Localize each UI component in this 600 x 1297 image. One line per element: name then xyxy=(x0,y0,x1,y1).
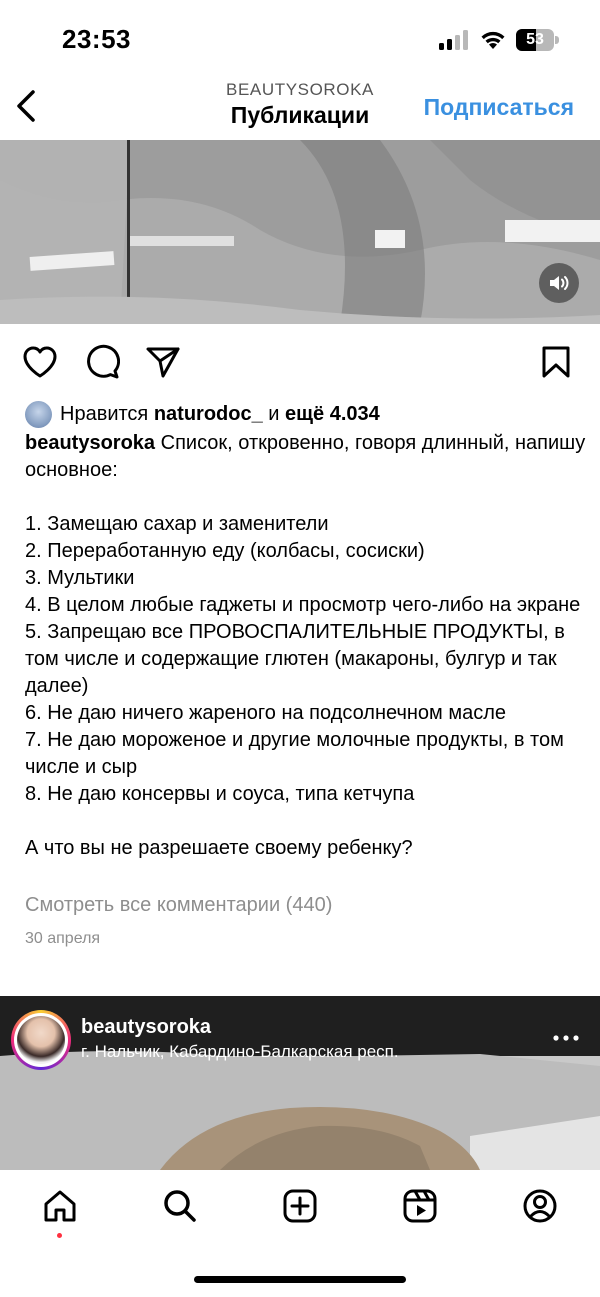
caption-username[interactable]: beautysoroka xyxy=(25,432,155,454)
speaker-icon xyxy=(550,276,569,290)
view-comments-link[interactable]: Смотреть все комментарии (440) xyxy=(25,894,332,917)
profile-icon xyxy=(523,1189,557,1223)
heart-icon xyxy=(23,346,57,378)
cellular-signal-icon xyxy=(439,30,468,50)
search-icon xyxy=(164,1190,196,1222)
share-button[interactable] xyxy=(143,342,183,382)
post-actions xyxy=(0,336,600,388)
battery-indicator: 53 xyxy=(516,29,560,51)
likes-mid: и xyxy=(268,402,280,425)
sound-toggle-button[interactable] xyxy=(539,263,579,303)
post-video[interactable] xyxy=(0,140,600,324)
tab-home[interactable] xyxy=(40,1186,80,1226)
author-avatar[interactable] xyxy=(11,1010,71,1070)
likes-count[interactable]: ещё 4.034 xyxy=(285,403,380,426)
likes-summary[interactable]: Нравится naturodoc_ и ещё 4.034 xyxy=(25,398,380,430)
notification-dot xyxy=(57,1233,62,1238)
liker-avatar xyxy=(25,400,52,428)
follow-button[interactable]: Подписаться xyxy=(424,94,574,121)
battery-level: 53 xyxy=(526,31,544,48)
liker-username[interactable]: naturodoc_ xyxy=(154,403,263,426)
likes-prefix: Нравится xyxy=(60,402,149,425)
tab-create[interactable] xyxy=(280,1186,320,1226)
comment-bubble-icon xyxy=(87,344,120,379)
more-options-button[interactable] xyxy=(550,1026,582,1050)
caption-text: Список, откровенно, говоря длинный, напи… xyxy=(25,432,586,859)
next-post-username[interactable]: beautysoroka xyxy=(81,1016,211,1039)
status-time: 23:53 xyxy=(62,24,131,54)
wifi-icon xyxy=(481,31,505,49)
tab-search[interactable] xyxy=(160,1186,200,1226)
like-button[interactable] xyxy=(20,342,60,382)
save-button[interactable] xyxy=(536,342,576,382)
plus-square-icon xyxy=(283,1189,317,1223)
reels-icon xyxy=(403,1189,437,1223)
post-caption: beautysoroka Список, откровенно, говоря … xyxy=(25,430,590,862)
comment-button[interactable] xyxy=(82,342,122,382)
next-post-location[interactable]: г. Нальчик, Кабардино-Балкарская респ. xyxy=(81,1042,399,1062)
status-bar: 23:53 53 xyxy=(0,0,600,72)
post-date: 30 апреля xyxy=(25,930,101,947)
bookmark-icon xyxy=(542,346,570,378)
header: BEAUTYSOROKA Публикации Подписаться xyxy=(0,72,600,140)
home-indicator[interactable] xyxy=(194,1276,406,1283)
paper-plane-icon xyxy=(146,347,180,378)
tab-profile[interactable] xyxy=(520,1186,560,1226)
ellipsis-icon xyxy=(553,1035,579,1041)
home-icon xyxy=(44,1190,76,1222)
tab-reels[interactable] xyxy=(400,1186,440,1226)
video-frame xyxy=(0,140,600,324)
